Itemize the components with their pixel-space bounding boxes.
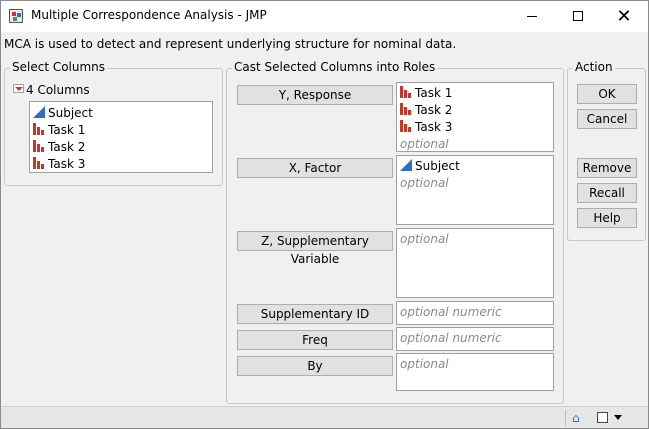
nominal-icon xyxy=(33,123,45,135)
by-button[interactable]: By xyxy=(237,356,393,376)
column-item-task-2[interactable]: Task 2 xyxy=(33,139,85,155)
column-list[interactable]: Subject Task 1 Task 2 Task 3 xyxy=(29,101,213,173)
window-title: Multiple Correspondence Analysis - JMP xyxy=(31,8,267,22)
description-text: MCA is used to detect and represent unde… xyxy=(4,37,457,51)
z-supplementary-variable-list[interactable]: optional xyxy=(396,228,554,298)
close-button[interactable]: ✕ xyxy=(601,1,647,32)
y-item-task-1[interactable]: Task 1 xyxy=(400,85,452,101)
home-icon[interactable]: ⌂ xyxy=(572,411,580,425)
column-item-task-1[interactable]: Task 1 xyxy=(33,122,85,138)
recall-button[interactable]: Recall xyxy=(577,183,637,203)
freq-button[interactable]: Freq xyxy=(237,330,393,350)
nominal-icon xyxy=(400,103,412,115)
minimize-button[interactable] xyxy=(509,1,555,32)
cancel-button[interactable]: Cancel xyxy=(577,109,637,129)
remove-button[interactable]: Remove xyxy=(577,158,637,178)
close-icon: ✕ xyxy=(616,6,632,27)
y-response-list[interactable]: Task 1 Task 2 Task 3 optional xyxy=(396,82,554,152)
column-count-label: 4 Columns xyxy=(26,83,90,97)
status-bar: ⌂ xyxy=(1,406,648,428)
freq-list[interactable]: optional numeric xyxy=(396,327,554,351)
z-supplementary-variable-button[interactable]: Z, Supplementary Variable xyxy=(237,231,393,266)
column-item-subject[interactable]: Subject xyxy=(33,105,93,121)
x-factor-button[interactable]: X, Factor xyxy=(237,158,393,178)
dialog-window: Multiple Correspondence Analysis - JMP ✕… xyxy=(0,0,649,429)
y-response-button[interactable]: Y, Response xyxy=(237,85,393,105)
nominal-icon xyxy=(33,157,45,169)
x-factor-list[interactable]: Subject optional xyxy=(396,155,554,225)
by-placeholder: optional xyxy=(400,357,449,371)
nominal-icon xyxy=(400,120,412,132)
jmp-app-icon xyxy=(9,9,23,23)
help-button[interactable]: Help xyxy=(577,208,637,228)
cast-roles-label: Cast Selected Columns into Roles xyxy=(232,60,438,74)
y-optional-placeholder: optional xyxy=(400,137,449,151)
status-separator xyxy=(565,410,566,426)
y-item-task-3[interactable]: Task 3 xyxy=(400,119,452,135)
continuous-icon xyxy=(400,159,412,171)
z-optional-placeholder: optional xyxy=(400,232,449,246)
x-item-subject[interactable]: Subject xyxy=(400,158,460,174)
y-item-task-2[interactable]: Task 2 xyxy=(400,102,452,118)
maximize-button[interactable] xyxy=(555,1,601,32)
nominal-icon xyxy=(33,140,45,152)
supplementary-id-list[interactable]: optional numeric xyxy=(396,301,554,325)
x-optional-placeholder: optional xyxy=(400,176,449,190)
freq-placeholder: optional numeric xyxy=(400,331,502,345)
supplementary-id-button[interactable]: Supplementary ID xyxy=(237,304,393,324)
title-bar[interactable]: Multiple Correspondence Analysis - JMP ✕ xyxy=(1,1,648,32)
by-list[interactable]: optional xyxy=(396,353,554,391)
continuous-icon xyxy=(33,106,45,118)
column-filter-dropdown-icon[interactable] xyxy=(13,84,24,93)
window-list-icon[interactable] xyxy=(597,412,608,423)
nominal-icon xyxy=(400,86,412,98)
minimize-icon xyxy=(527,15,537,17)
action-label: Action xyxy=(573,60,615,74)
maximize-icon xyxy=(573,11,583,21)
select-columns-label: Select Columns xyxy=(10,60,108,74)
dropdown-arrow-icon[interactable] xyxy=(614,415,622,420)
ok-button[interactable]: OK xyxy=(577,84,637,104)
column-item-task-3[interactable]: Task 3 xyxy=(33,156,85,172)
supplementary-id-placeholder: optional numeric xyxy=(400,305,502,319)
